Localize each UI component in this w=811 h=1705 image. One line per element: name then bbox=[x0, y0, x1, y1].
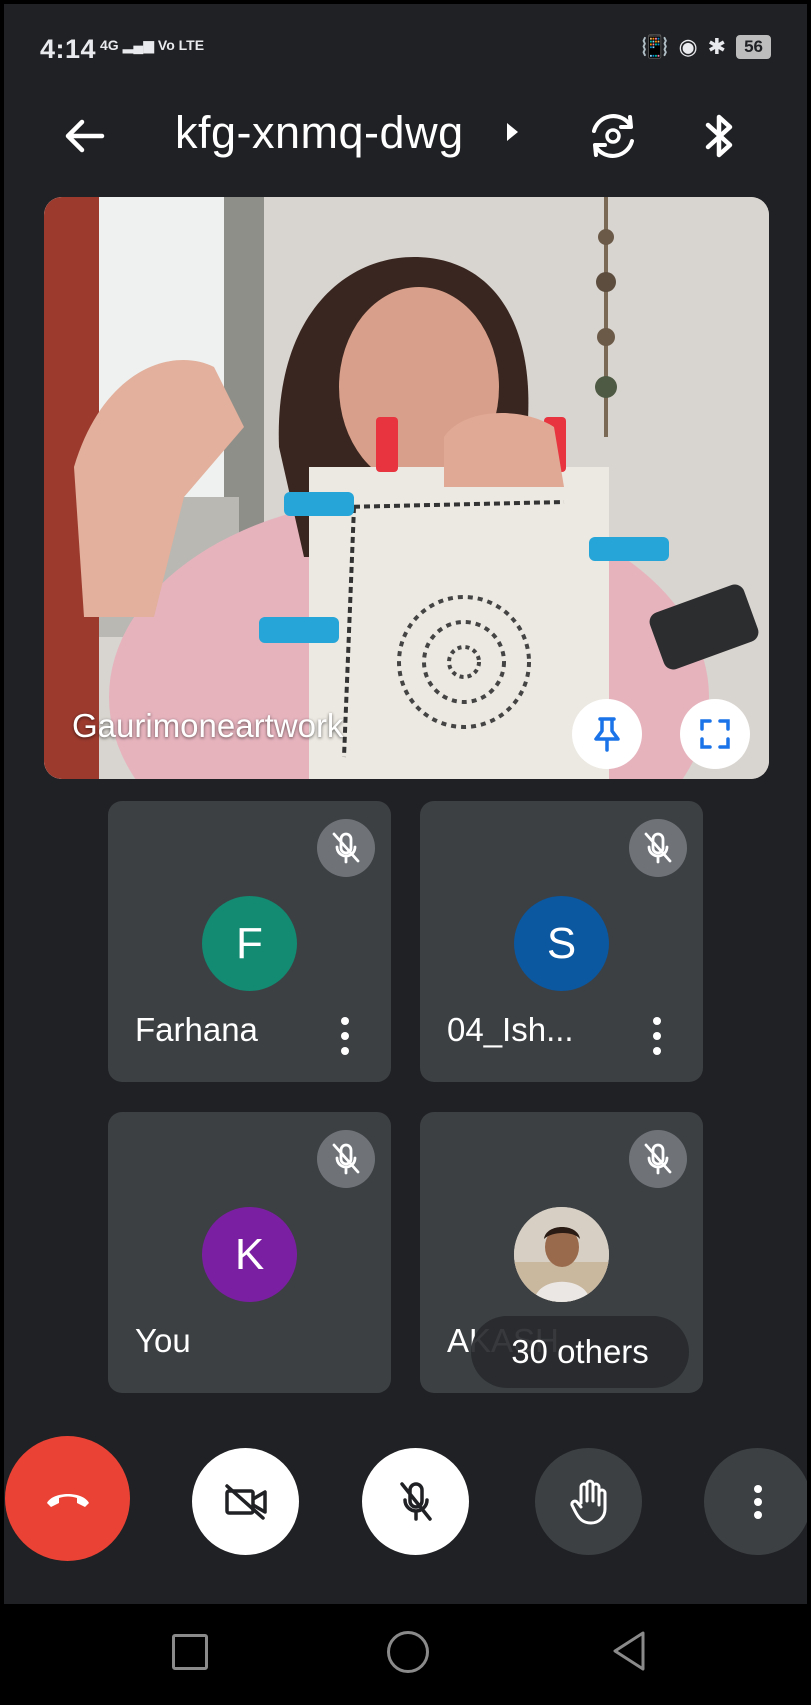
nav-back-icon[interactable] bbox=[609, 1629, 649, 1673]
mic-off-icon bbox=[629, 819, 687, 877]
mic-toggle-button[interactable] bbox=[362, 1448, 469, 1555]
end-call-icon bbox=[46, 1493, 89, 1507]
avatar: F bbox=[202, 896, 297, 991]
bluetooth-icon[interactable] bbox=[700, 109, 740, 163]
participant-name: Farhana bbox=[135, 1011, 258, 1048]
network-indicator: 4G ▂▄▆ Vo LTE bbox=[100, 37, 204, 54]
meet-screen: 4:14 4G ▂▄▆ Vo LTE 📳 ◉ ✱ 56 kfg-xnmq-dwg bbox=[4, 4, 807, 1701]
end-call-button[interactable] bbox=[5, 1436, 130, 1561]
fullscreen-button[interactable] bbox=[680, 699, 750, 769]
status-icons: 📳 ◉ ✱ 56 bbox=[641, 34, 771, 60]
chevron-right-icon[interactable] bbox=[507, 123, 518, 141]
main-video-tile[interactable]: Gaurimoneartwork bbox=[44, 197, 769, 779]
mic-off-icon bbox=[629, 1130, 687, 1188]
avatar-photo bbox=[514, 1207, 609, 1302]
mic-off-icon bbox=[399, 1481, 432, 1521]
participant-name: You bbox=[135, 1322, 191, 1359]
camera-toggle-button[interactable] bbox=[192, 1448, 299, 1555]
more-options-button[interactable] bbox=[704, 1448, 807, 1555]
avatar: K bbox=[202, 1207, 297, 1302]
pin-icon bbox=[594, 717, 620, 752]
vibrate-icon: 📳 bbox=[641, 34, 669, 59]
status-time: 4:14 bbox=[40, 34, 97, 64]
participant-tile[interactable]: F Farhana bbox=[108, 801, 391, 1082]
fullscreen-icon bbox=[700, 719, 730, 749]
bluetooth-status-icon: ✱ bbox=[707, 34, 727, 59]
switch-camera-icon[interactable] bbox=[586, 109, 640, 163]
signal-icon: ▂▄▆ bbox=[122, 37, 155, 53]
raise-hand-icon bbox=[569, 1479, 606, 1524]
meeting-code[interactable]: kfg-xnmq-dwg bbox=[175, 107, 464, 159]
main-participant-name: Gaurimoneartwork bbox=[72, 707, 344, 744]
more-vert-icon[interactable] bbox=[653, 1017, 661, 1055]
more-vert-icon bbox=[753, 1484, 762, 1519]
meeting-header: kfg-xnmq-dwg bbox=[4, 99, 807, 179]
home-icon[interactable] bbox=[387, 1631, 429, 1673]
volte-label: Vo LTE bbox=[157, 37, 205, 53]
status-bar: 4:14 4G ▂▄▆ Vo LTE 📳 ◉ ✱ 56 bbox=[4, 4, 807, 94]
participant-name: 04_Ish... bbox=[447, 1011, 574, 1048]
pin-button[interactable] bbox=[572, 699, 642, 769]
battery-icon: 56 bbox=[736, 35, 771, 59]
others-count-pill[interactable]: 30 others bbox=[471, 1316, 689, 1388]
network-type: 4G bbox=[100, 37, 119, 53]
avatar: S bbox=[514, 896, 609, 991]
lock-icon: ◉ bbox=[678, 34, 698, 59]
participant-tile[interactable]: S 04_Ish... bbox=[420, 801, 703, 1082]
camera-off-icon bbox=[224, 1483, 267, 1520]
participant-tile[interactable]: K You bbox=[108, 1112, 391, 1393]
raise-hand-button[interactable] bbox=[535, 1448, 642, 1555]
mic-off-icon bbox=[317, 1130, 375, 1188]
more-vert-icon[interactable] bbox=[341, 1017, 349, 1055]
system-nav-bar bbox=[4, 1604, 807, 1701]
participant-tile[interactable]: AKASH 30 others bbox=[420, 1112, 703, 1393]
mic-off-icon bbox=[317, 819, 375, 877]
back-arrow-icon[interactable] bbox=[62, 113, 108, 159]
recents-icon[interactable] bbox=[172, 1634, 208, 1670]
call-controls bbox=[4, 1436, 807, 1566]
video-feed bbox=[44, 197, 769, 779]
